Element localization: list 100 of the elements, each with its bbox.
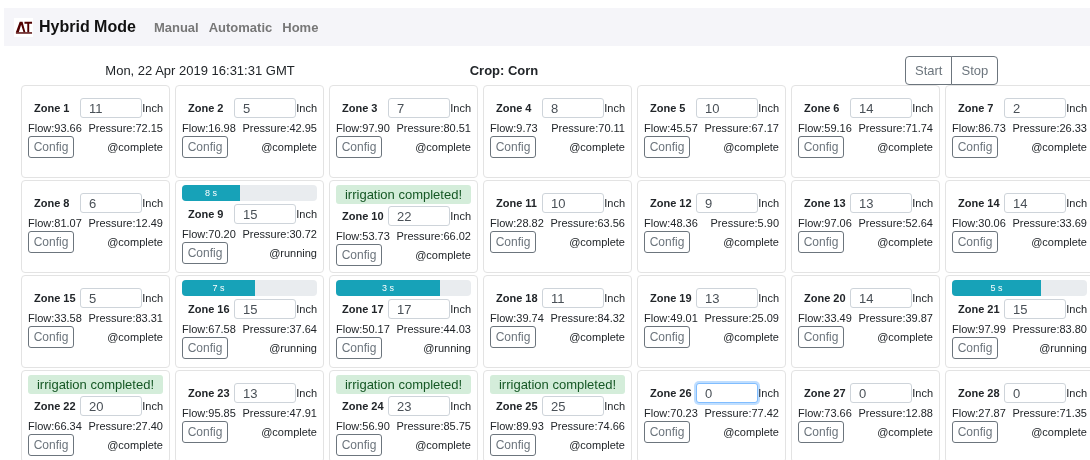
pressure-reading: Pressure:52.64	[858, 217, 933, 229]
zone-name: Zone 12	[650, 197, 693, 209]
depth-input[interactable]: 13	[696, 288, 758, 308]
config-button[interactable]: Config	[336, 136, 382, 158]
flow-reading: Flow:45.57	[644, 122, 698, 134]
config-button[interactable]: Config	[490, 326, 536, 348]
config-button[interactable]: Config	[644, 136, 690, 158]
config-button[interactable]: Config	[952, 421, 998, 443]
depth-input[interactable]: 23	[388, 396, 450, 416]
depth-input[interactable]: 0	[696, 383, 758, 403]
depth-input[interactable]: 2	[1004, 98, 1066, 118]
progress-fill: 3 s	[336, 280, 440, 296]
config-button[interactable]: Config	[952, 136, 998, 158]
depth-input[interactable]: 15	[1004, 299, 1066, 319]
nav-link[interactable]: Home	[282, 19, 319, 35]
unit-label: Inch	[296, 102, 317, 114]
config-button[interactable]: Config	[490, 231, 536, 253]
zone-name: Zone 14	[958, 197, 1001, 209]
unit-label: Inch	[604, 292, 625, 304]
config-button[interactable]: Config	[182, 421, 228, 443]
config-button[interactable]: Config	[952, 231, 998, 253]
depth-input[interactable]: 13	[234, 383, 296, 403]
zone-name: Zone 3	[342, 102, 379, 114]
config-button[interactable]: Config	[182, 242, 228, 264]
nav-link[interactable]: Automatic	[208, 19, 273, 35]
depth-input[interactable]: 10	[696, 98, 758, 118]
config-button[interactable]: Config	[644, 421, 690, 443]
flow-reading: Flow:70.23	[644, 407, 698, 419]
config-button[interactable]: Config	[644, 231, 690, 253]
depth-input[interactable]: 10	[542, 193, 604, 213]
status-label: @complete	[107, 236, 163, 248]
config-button[interactable]: Config	[798, 421, 844, 443]
unit-label: Inch	[450, 400, 471, 412]
config-button[interactable]: Config	[798, 136, 844, 158]
depth-input[interactable]: 14	[850, 98, 912, 118]
depth-input[interactable]: 14	[850, 288, 912, 308]
flow-reading: Flow:56.90	[336, 420, 390, 432]
unit-label: Inch	[912, 102, 933, 114]
config-button[interactable]: Config	[336, 244, 382, 266]
depth-input[interactable]: 11	[542, 288, 604, 308]
logo-icon	[14, 17, 33, 37]
depth-input[interactable]: 13	[850, 193, 912, 213]
flow-reading: Flow:97.90	[336, 122, 390, 134]
config-button[interactable]: Config	[28, 434, 74, 456]
unit-label: Inch	[604, 197, 625, 209]
control-button[interactable]: Stop	[951, 56, 999, 85]
depth-input[interactable]: 6	[80, 193, 142, 213]
pressure-reading: Pressure:42.95	[242, 122, 317, 134]
pressure-reading: Pressure:77.42	[704, 407, 779, 419]
depth-input[interactable]: 20	[80, 396, 142, 416]
flow-reading: Flow:93.66	[28, 122, 82, 134]
flow-reading: Flow:33.58	[28, 312, 82, 324]
config-button[interactable]: Config	[644, 326, 690, 348]
depth-input[interactable]: 15	[234, 204, 296, 224]
config-button[interactable]: Config	[490, 136, 536, 158]
status-label: @complete	[415, 249, 471, 261]
unit-label: Inch	[1066, 303, 1087, 315]
pressure-reading: Pressure:63.56	[550, 217, 625, 229]
config-button[interactable]: Config	[336, 434, 382, 456]
flow-reading: Flow:97.06	[798, 217, 852, 229]
config-button[interactable]: Config	[336, 337, 382, 359]
pressure-reading: Pressure:5.90	[710, 217, 779, 229]
status-label: @running	[269, 342, 317, 354]
unit-label: Inch	[758, 102, 779, 114]
depth-input[interactable]: 17	[388, 299, 450, 319]
flow-reading: Flow:86.73	[952, 122, 1006, 134]
config-button[interactable]: Config	[182, 136, 228, 158]
status-label: @complete	[1031, 141, 1087, 153]
nav-link[interactable]: Manual	[153, 19, 199, 35]
config-button[interactable]: Config	[798, 326, 844, 348]
depth-input[interactable]: 22	[388, 206, 450, 226]
depth-input[interactable]: 8	[542, 98, 604, 118]
config-button[interactable]: Config	[490, 434, 536, 456]
status-label: @complete	[569, 331, 625, 343]
flow-reading: Flow:39.74	[490, 312, 544, 324]
depth-input[interactable]: 5	[80, 288, 142, 308]
status-label: @complete	[877, 236, 933, 248]
depth-input[interactable]: 9	[696, 193, 758, 213]
zone-name: Zone 2	[188, 102, 225, 114]
flow-reading: Flow:28.82	[490, 217, 544, 229]
config-button[interactable]: Config	[952, 337, 998, 359]
config-button[interactable]: Config	[28, 231, 74, 253]
depth-input[interactable]: 14	[1004, 193, 1066, 213]
depth-input[interactable]: 0	[850, 383, 912, 403]
control-button[interactable]: Start	[905, 56, 953, 85]
depth-input[interactable]: 0	[1004, 383, 1066, 403]
config-button[interactable]: Config	[798, 231, 844, 253]
config-button[interactable]: Config	[182, 337, 228, 359]
depth-input[interactable]: 25	[542, 396, 604, 416]
pressure-reading: Pressure:67.17	[704, 122, 779, 134]
config-button[interactable]: Config	[28, 326, 74, 348]
depth-input[interactable]: 15	[234, 299, 296, 319]
depth-input[interactable]: 5	[234, 98, 296, 118]
depth-input[interactable]: 11	[80, 98, 142, 118]
unit-label: Inch	[758, 197, 779, 209]
unit-label: Inch	[450, 303, 471, 315]
flow-reading: Flow:97.99	[952, 323, 1006, 335]
status-label: @complete	[723, 331, 779, 343]
depth-input[interactable]: 7	[388, 98, 450, 118]
config-button[interactable]: Config	[28, 136, 74, 158]
